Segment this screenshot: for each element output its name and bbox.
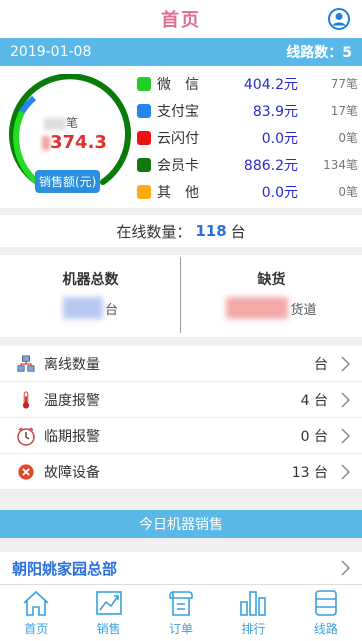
payment-row-alipay[interactable]: 支付宝 83.9元 17笔	[135, 97, 360, 124]
alipay-color-dot	[137, 103, 151, 118]
fault-icon	[16, 462, 36, 482]
nav-home[interactable]: 首页	[0, 585, 72, 641]
chevron-right-icon	[340, 356, 351, 372]
chevron-right-icon	[340, 560, 351, 576]
nav-routes[interactable]: 线路	[290, 585, 362, 641]
page-title: 首页	[161, 10, 201, 31]
nav-ranking[interactable]: 排行	[217, 585, 289, 641]
branch-name: 朝阳姚家园总部	[12, 559, 118, 578]
payment-method-list: 微 信 404.2元 77笔 支付宝 83.9元 17笔 云闪付 0.0元 0笔…	[135, 70, 360, 205]
blurred-count	[44, 117, 66, 130]
alarm-row-fault[interactable]: 故障设备 13 台	[0, 454, 362, 490]
thermometer-icon	[16, 390, 36, 410]
alarm-row-temperature[interactable]: 温度报警 4 台	[0, 382, 362, 418]
alarm-row-offline[interactable]: 离线数量 台	[0, 346, 362, 382]
chevron-right-icon	[340, 464, 351, 480]
sales-gauge: 笔 374.3 销售额(元)	[4, 73, 136, 202]
payment-row-wechat[interactable]: 微 信 404.2元 77笔	[135, 70, 360, 97]
bottom-navigation: 首页 销售 订单 排行 线路	[0, 584, 362, 641]
today-sales-header: 今日机器销售	[0, 510, 362, 538]
blurred-machine-count	[62, 297, 103, 319]
online-count-bar[interactable]: 在线数量： 118 台	[0, 215, 362, 247]
alarm-row-expiry[interactable]: 临期报警 0 台	[0, 418, 362, 454]
branch-row[interactable]: 朝阳姚家园总部	[0, 552, 362, 584]
online-count-value: 118	[195, 222, 227, 240]
chevron-right-icon	[340, 428, 351, 444]
shortage-label: 缺货	[257, 272, 286, 288]
nav-orders[interactable]: 订单	[145, 585, 217, 641]
total-machines-card[interactable]: 机器总数 台	[0, 255, 181, 337]
chevron-right-icon	[340, 392, 351, 408]
date-bar: 2019-01-08 线路数：5	[0, 38, 362, 66]
blurred-digit	[42, 136, 50, 150]
sales-count: 笔	[44, 114, 78, 131]
user-profile-icon[interactable]	[328, 8, 350, 30]
payment-row-other[interactable]: 其 他 0.0元 0笔	[135, 178, 360, 205]
sales-chart-icon	[95, 591, 122, 615]
app-root: 首页 2019-01-08 线路数：5 笔 374.3 销售额(元) 微 信 4…	[0, 0, 362, 641]
alarm-list: 离线数量 台 温度报警 4 台 临期报警 0 台 故障设备 13 台	[0, 346, 362, 490]
wechat-color-dot	[137, 76, 151, 91]
member-card-color-dot	[137, 157, 151, 172]
other-color-dot	[137, 184, 151, 199]
nav-sales[interactable]: 销售	[72, 585, 144, 641]
network-icon	[16, 354, 36, 374]
sales-summary-panel: 笔 374.3 销售额(元) 微 信 404.2元 77笔 支付宝 83.9元 …	[0, 66, 362, 208]
payment-row-member-card[interactable]: 会员卡 886.2元 134笔	[135, 151, 360, 178]
payment-row-unionpay[interactable]: 云闪付 0.0元 0笔	[135, 124, 360, 151]
sales-amount-label: 销售额(元)	[35, 170, 101, 193]
top-header: 首页	[0, 0, 362, 38]
unionpay-color-dot	[137, 130, 151, 145]
clock-icon	[16, 426, 36, 446]
route-count: 线路数：5	[286, 45, 352, 61]
ranking-icon	[240, 591, 267, 616]
current-date[interactable]: 2019-01-08	[10, 44, 91, 60]
machine-stats-panel: 机器总数 台 缺货 货道	[0, 255, 362, 337]
order-icon	[169, 591, 193, 616]
blurred-shortage-count	[226, 297, 289, 319]
route-icon	[315, 590, 337, 616]
home-icon	[23, 590, 49, 616]
total-machines-label: 机器总数	[62, 272, 119, 288]
shortage-card[interactable]: 缺货 货道	[181, 255, 362, 337]
sales-amount: 374.3	[42, 132, 107, 153]
